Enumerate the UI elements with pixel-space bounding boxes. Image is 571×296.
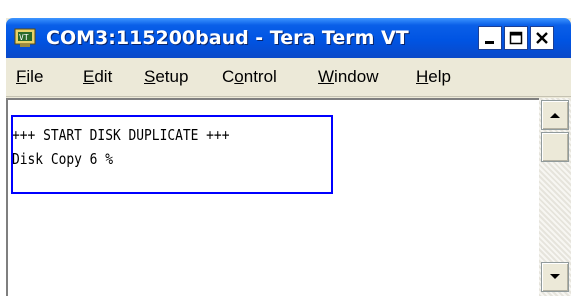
close-button[interactable] (530, 26, 554, 50)
menu-setup[interactable]: Setup (144, 67, 188, 87)
scroll-down-button[interactable] (541, 262, 569, 292)
teraterm-app-icon: VT (14, 28, 36, 47)
menu-window[interactable]: Window (318, 67, 378, 87)
minimize-icon (485, 41, 494, 44)
arrow-up-icon (550, 113, 560, 118)
scroll-up-button[interactable] (541, 100, 569, 130)
close-icon (536, 32, 548, 44)
menu-file[interactable]: File (16, 67, 43, 87)
menu-help[interactable]: Help (416, 67, 451, 87)
arrow-down-icon (550, 274, 560, 279)
vertical-scrollbar[interactable] (539, 98, 571, 296)
menu-edit[interactable]: Edit (83, 67, 112, 87)
menu-control[interactable]: Control (222, 67, 277, 87)
menu-bar: File Edit Setup Control Window Help (6, 58, 571, 97)
maximize-button[interactable] (504, 26, 528, 50)
scroll-thumb[interactable] (541, 132, 569, 162)
terminal-screen[interactable]: +++ START DISK DUPLICATE +++ Disk Copy 6… (6, 98, 539, 296)
window-title: COM3:115200baud - Tera Term VT (46, 27, 409, 49)
highlight-box (11, 115, 333, 194)
svg-text:VT: VT (19, 33, 29, 42)
maximize-icon (509, 31, 523, 45)
title-bar[interactable]: VT COM3:115200baud - Tera Term VT (6, 18, 571, 58)
minimize-button[interactable] (478, 26, 502, 50)
teraterm-window: VT COM3:115200baud - Tera Term VT File E… (6, 18, 571, 296)
